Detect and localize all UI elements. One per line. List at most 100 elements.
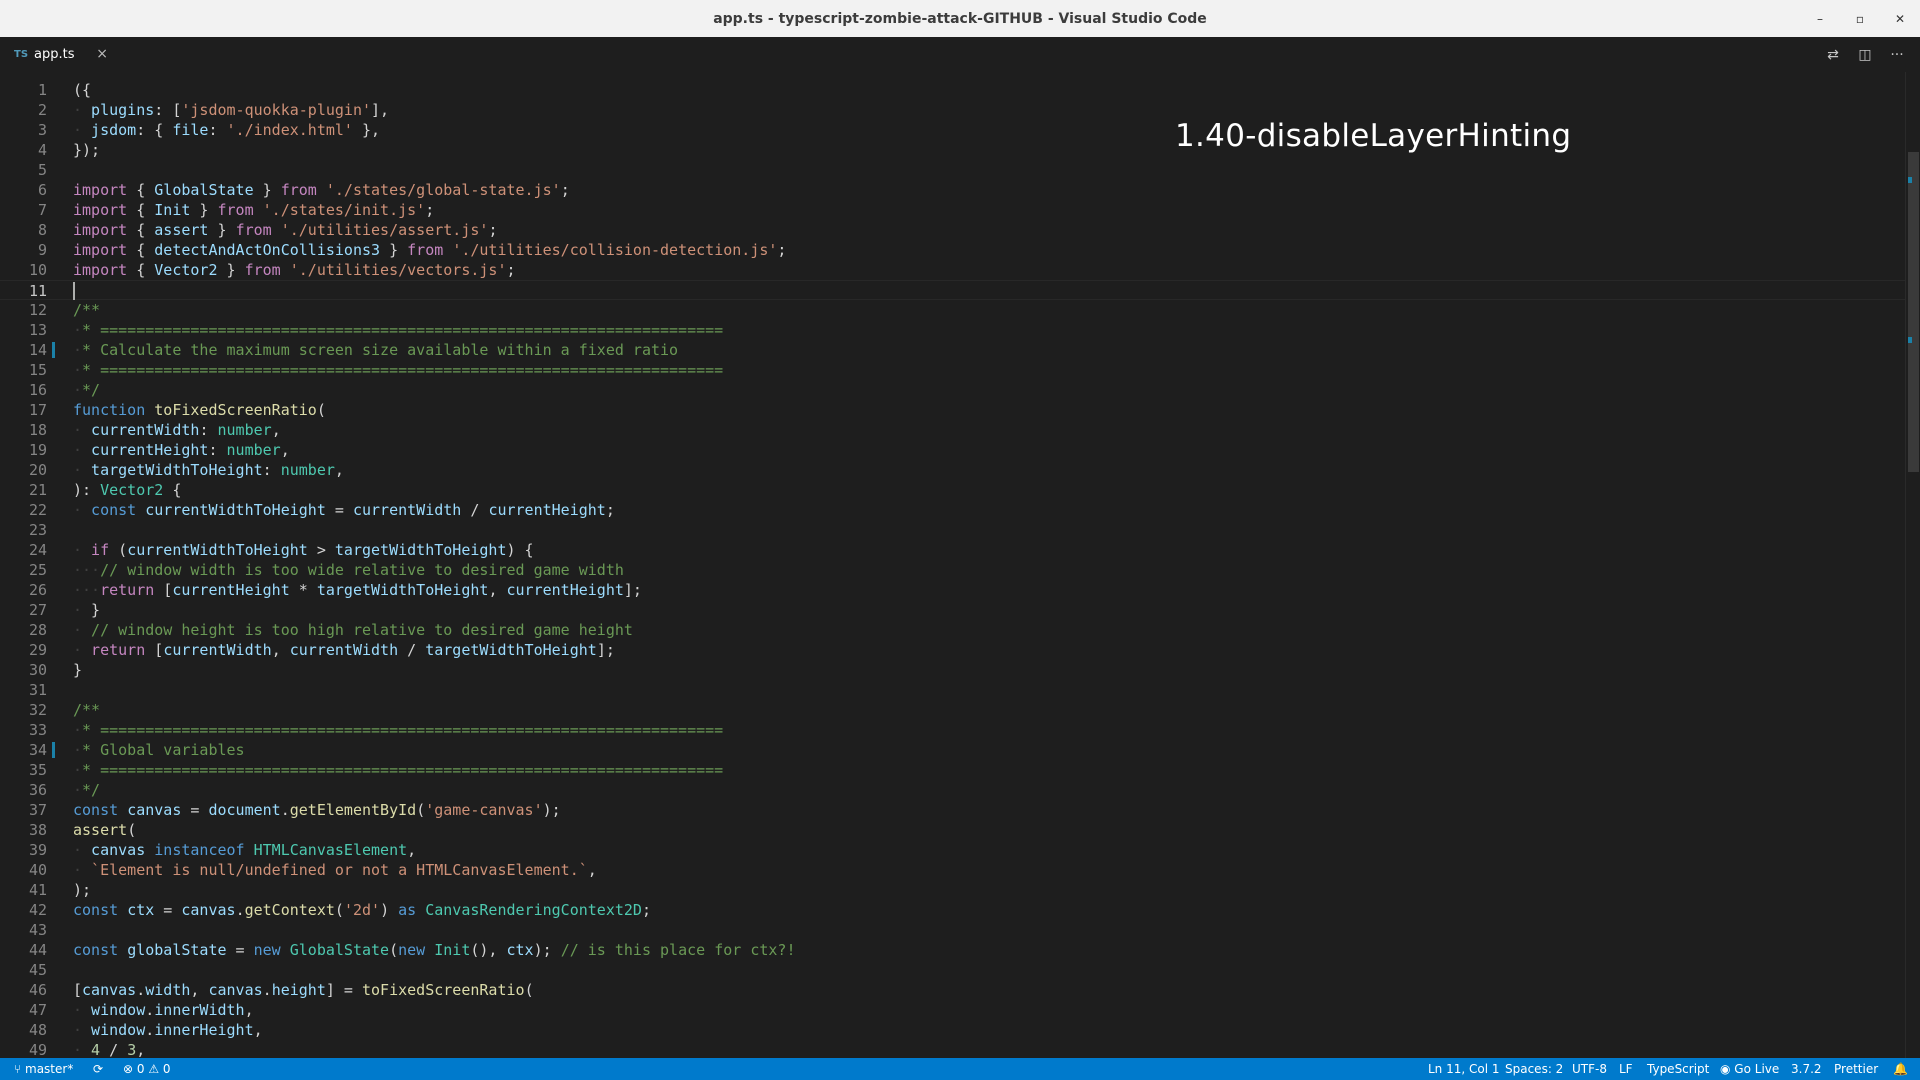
git-branch[interactable]: ⑂ master*	[14, 1058, 73, 1080]
code-line[interactable]: 34 ·* Global variables	[0, 740, 1905, 760]
code-token: ·	[73, 781, 83, 799]
code-line[interactable]: 13 ·* ===================================…	[0, 320, 1905, 340]
code-line[interactable]: 48 · window.innerHeight,	[0, 1020, 1905, 1040]
encoding[interactable]: UTF-8	[1572, 1058, 1607, 1080]
code-token: import	[73, 261, 128, 279]
code-token: }	[217, 261, 245, 279]
prettier[interactable]: Prettier	[1834, 1058, 1878, 1080]
code-token: ctx	[127, 901, 155, 919]
code-line[interactable]: 23	[0, 520, 1905, 540]
code-line[interactable]: 11	[0, 280, 1905, 300]
code-line[interactable]: 9 import { detectAndActOnCollisions3 } fr…	[0, 240, 1905, 260]
tab-close-icon[interactable]: ×	[96, 46, 108, 62]
code-token: import	[73, 181, 128, 199]
code-line[interactable]: 4});	[0, 140, 1905, 160]
scrollbar-thumb[interactable]	[1908, 152, 1919, 472]
code-line[interactable]: 27 · }	[0, 600, 1905, 620]
code-line[interactable]: 17 function toFixedScreenRatio(	[0, 400, 1905, 420]
code-token: [	[145, 641, 164, 659]
line-number: 38	[28, 821, 47, 839]
code-token: height	[271, 981, 326, 999]
code-line[interactable]: 44 const globalState = new GlobalState(ne…	[0, 940, 1905, 960]
code-line[interactable]: 5	[0, 160, 1905, 180]
maximize-button[interactable]: ▫	[1840, 0, 1880, 37]
code-line[interactable]: 36 ·*/	[0, 780, 1905, 800]
code-token: {	[163, 481, 182, 499]
code-line[interactable]: 47 · window.innerWidth,	[0, 1000, 1905, 1020]
code-line[interactable]: 43	[0, 920, 1905, 940]
code-line[interactable]: 12 /**	[0, 300, 1905, 320]
code-line[interactable]: 21): Vector2 {	[0, 480, 1905, 500]
code-line[interactable]: 49 · 4 / 3,	[0, 1040, 1905, 1058]
code-line[interactable]: 33 ·* ===================================…	[0, 720, 1905, 740]
code-token: }	[208, 221, 236, 239]
tab-app-ts[interactable]: TS app.ts ×	[0, 37, 120, 72]
go-live[interactable]: ◉ Go Live	[1720, 1058, 1779, 1080]
problems-indicator[interactable]: ⊗ 0 ⚠ 0	[123, 1058, 171, 1080]
more-actions-icon[interactable]: ···	[1888, 46, 1906, 64]
code-line[interactable]: 6 import { GlobalState } from './states/g…	[0, 180, 1905, 200]
code-line[interactable]: 1 ({	[0, 80, 1905, 100]
code-line[interactable]: 45	[0, 960, 1905, 980]
code-token: new	[253, 941, 281, 959]
code-line[interactable]: 40 · `Element is null/undefined or not a …	[0, 860, 1905, 880]
split-editor-icon[interactable]: ◫	[1856, 46, 1874, 64]
sync-icon[interactable]: ⟳	[93, 1058, 103, 1080]
line-number: 27	[28, 601, 47, 619]
code-line[interactable]: 25 ···// window width is too wide relativ…	[0, 560, 1905, 580]
code-line[interactable]: 35 ·* ===================================…	[0, 760, 1905, 780]
code-editor[interactable]: 1({2 · plugins: ['jsdom-quokka-plugin'], 3…	[0, 72, 1920, 1058]
code-text: }	[73, 660, 82, 680]
code-line[interactable]: 7 import { Init } from './states/init.js'…	[0, 200, 1905, 220]
cursor-position[interactable]: Ln 11, Col 1	[1428, 1058, 1500, 1080]
code-line[interactable]: 30}	[0, 660, 1905, 680]
code-text: /**	[73, 700, 100, 720]
code-line[interactable]: 32 /**	[0, 700, 1905, 720]
ts-version[interactable]: 3.7.2	[1791, 1058, 1822, 1080]
code-line[interactable]: 38 assert(	[0, 820, 1905, 840]
code-line[interactable]: 42 const ctx = canvas.getContext('2d') as…	[0, 900, 1905, 920]
language-mode[interactable]: TypeScript	[1647, 1058, 1709, 1080]
code-line[interactable]: 2 · plugins: ['jsdom-quokka-plugin'],	[0, 100, 1905, 120]
code-token: =	[154, 901, 182, 919]
code-line[interactable]: 31	[0, 680, 1905, 700]
vertical-scrollbar[interactable]	[1905, 72, 1920, 1058]
code-line[interactable]: 15 ·* ===================================…	[0, 360, 1905, 380]
code-line[interactable]: 28 · // window height is too high relativ…	[0, 620, 1905, 640]
code-line[interactable]: 26 ···return [currentHeight * targetWidth…	[0, 580, 1905, 600]
code-line[interactable]: 20 · targetWidthToHeight: number,	[0, 460, 1905, 480]
code-line[interactable]: 22 · const currentWidthToHeight = current…	[0, 500, 1905, 520]
code-token: ·	[73, 621, 83, 639]
notifications-bell-icon[interactable]: 🔔	[1893, 1058, 1908, 1080]
code-line[interactable]: 37 const canvas = document.getElementById…	[0, 800, 1905, 820]
code-line[interactable]: 10 import { Vector2 } from './utilities/v…	[0, 260, 1905, 280]
code-line[interactable]: 3 · jsdom: { file: './index.html' },	[0, 120, 1905, 140]
open-changes-icon[interactable]: ⇄	[1824, 46, 1842, 64]
close-button[interactable]: ✕	[1880, 0, 1920, 37]
line-ending[interactable]: LF	[1619, 1058, 1633, 1080]
code-line[interactable]: 24 · if (currentWidthToHeight > targetWid…	[0, 540, 1905, 560]
code-line[interactable]: 19 · currentHeight: number,	[0, 440, 1905, 460]
code-line[interactable]: 18 · currentWidth: number,	[0, 420, 1905, 440]
code-token: 3	[127, 1041, 137, 1058]
code-line[interactable]: 46 [canvas.width, canvas.height] = toFixe…	[0, 980, 1905, 1000]
code-token: // window height is too high relative to…	[82, 621, 633, 639]
code-token: currentWidth	[82, 421, 200, 439]
code-token: ],	[371, 101, 390, 119]
code-line[interactable]: 16 ·*/	[0, 380, 1905, 400]
code-token: ·	[73, 761, 83, 779]
overlay-caption: 1.40-disableLayerHinting	[1175, 118, 1572, 154]
minimize-button[interactable]: –	[1800, 0, 1840, 37]
indentation[interactable]: Spaces: 2	[1505, 1058, 1563, 1080]
code-token: ·	[73, 1041, 83, 1058]
code-token: from	[244, 261, 281, 279]
code-line[interactable]: 41);	[0, 880, 1905, 900]
code-line[interactable]: 8 import { assert } from './utilities/ass…	[0, 220, 1905, 240]
code-line[interactable]: 14 ·* Calculate the maximum screen size a…	[0, 340, 1905, 360]
code-line[interactable]: 29 · return [currentWidth, currentWidth /…	[0, 640, 1905, 660]
code-line[interactable]: 39 · canvas instanceof HTMLCanvasElement,	[0, 840, 1905, 860]
code-text: · // window height is too high relative …	[73, 620, 633, 640]
code-token: ,	[271, 421, 281, 439]
